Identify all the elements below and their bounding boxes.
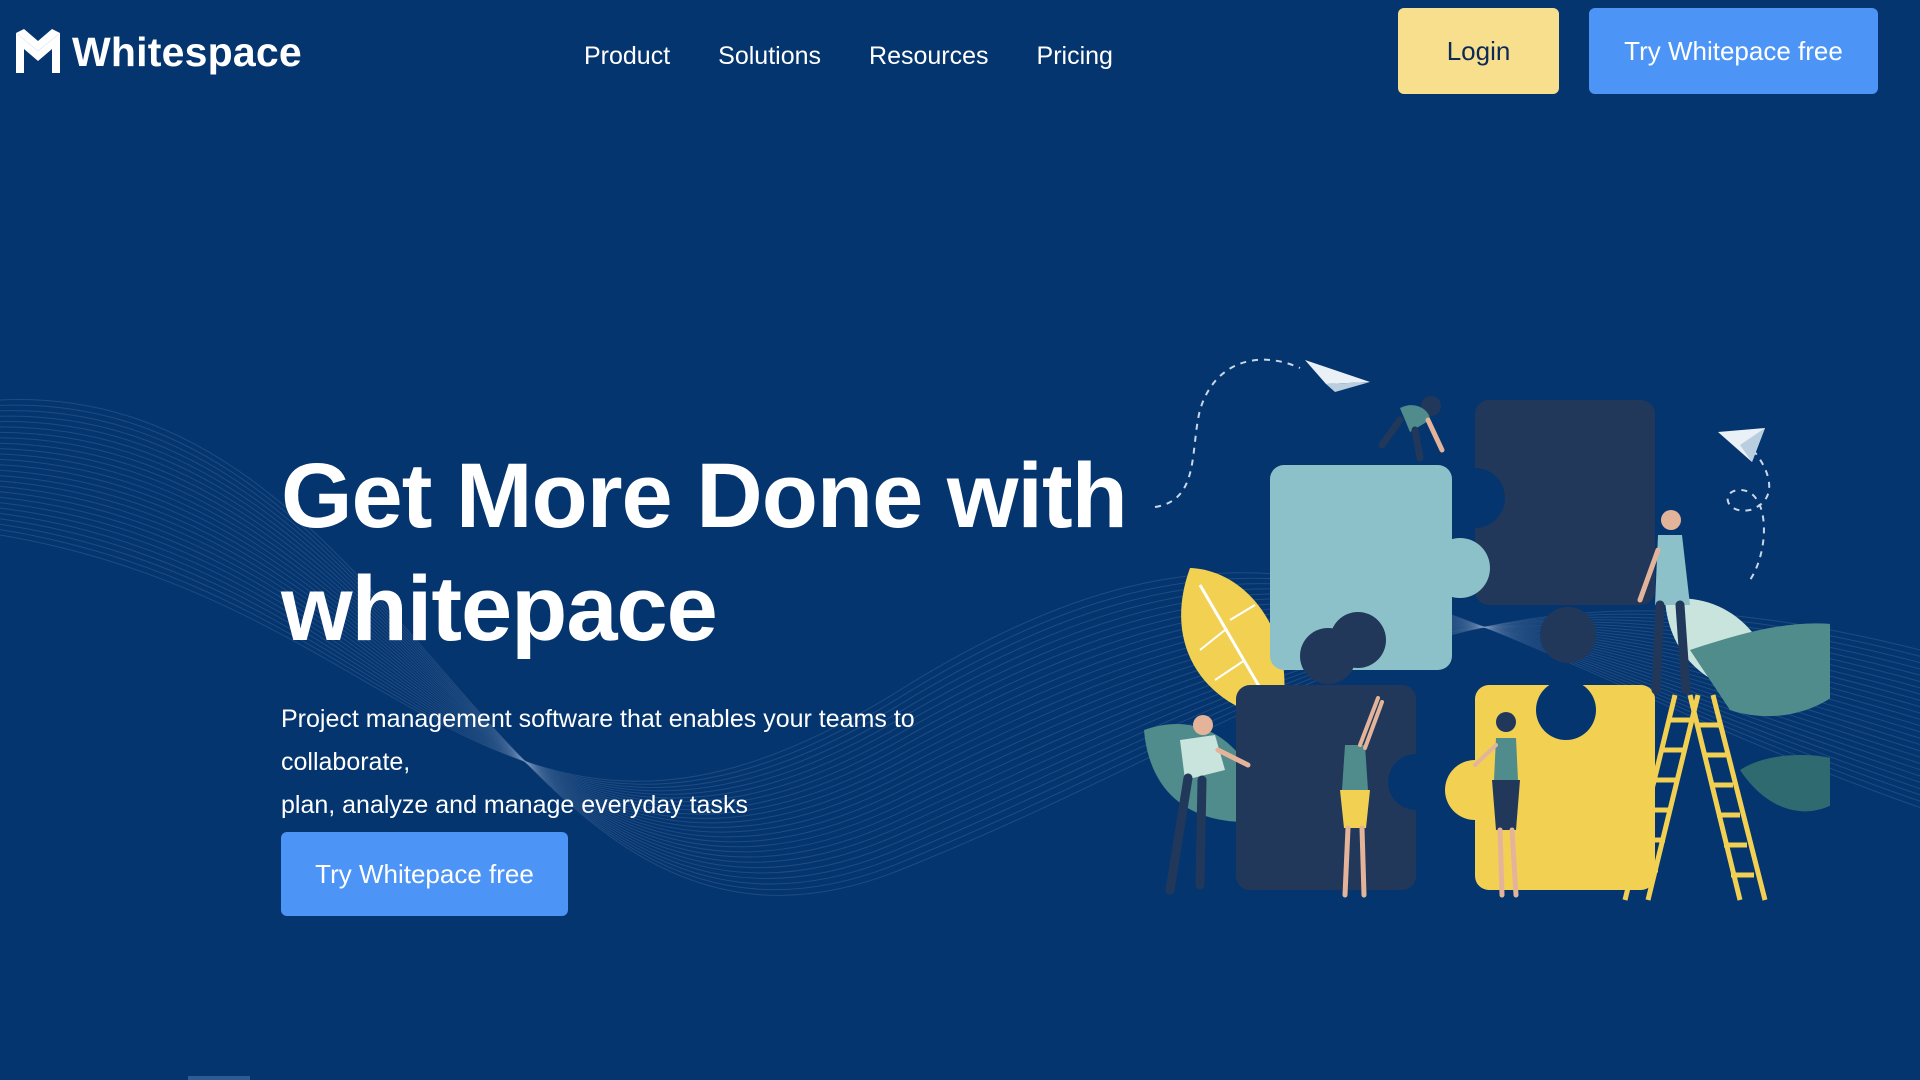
- person-icon: [1378, 396, 1445, 462]
- scroll-indicator: [188, 1076, 250, 1080]
- main-nav: Product Solutions Resources Pricing: [584, 36, 1113, 76]
- site-header: Whitespace Product Solutions Resources P…: [0, 0, 1920, 110]
- puzzle-piece-icon: [1445, 400, 1655, 663]
- nav-item-resources[interactable]: Resources: [869, 42, 989, 71]
- brand-logo[interactable]: Whitespace: [14, 26, 302, 78]
- brand-name: Whitespace: [72, 28, 302, 75]
- leaf-icon: [1665, 598, 1830, 812]
- try-free-hero-button[interactable]: Try Whitepace free: [281, 832, 568, 916]
- hero-subtitle: Project management software that enables…: [281, 698, 1041, 827]
- try-free-header-button[interactable]: Try Whitepace free: [1589, 8, 1878, 94]
- hero-title-line-1: Get More Done with: [281, 445, 1128, 547]
- puzzle-piece-icon: [1445, 680, 1655, 890]
- nav-item-solutions[interactable]: Solutions: [718, 42, 821, 71]
- flight-path-right: [1726, 449, 1771, 581]
- whitespace-logo-icon: [16, 29, 60, 73]
- hero-subtitle-line-1: Project management software that enables…: [281, 705, 915, 776]
- nav-item-product[interactable]: Product: [584, 42, 670, 71]
- team-puzzle-illustration: [1130, 350, 1830, 910]
- paper-plane-icon: [1305, 360, 1370, 392]
- hero-title-line-2: whitepace: [281, 558, 718, 660]
- paper-plane-icon: [1718, 428, 1765, 462]
- hero-title: Get More Done with whitepace: [281, 440, 1141, 666]
- login-button[interactable]: Login: [1398, 8, 1559, 94]
- hero-subtitle-line-2: plan, analyze and manage everyday tasks: [281, 791, 748, 819]
- nav-item-pricing[interactable]: Pricing: [1037, 42, 1113, 71]
